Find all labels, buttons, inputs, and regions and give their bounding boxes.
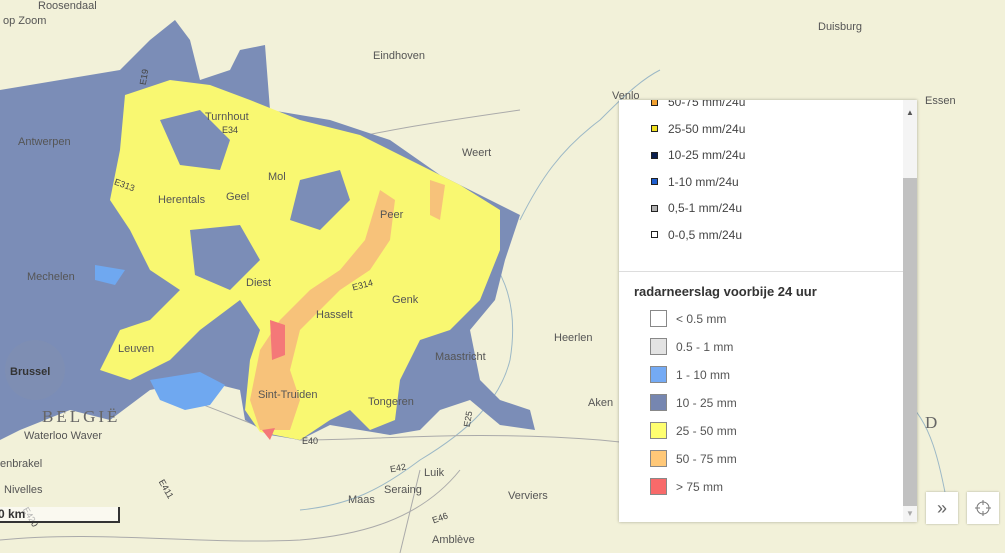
- place-label: Aken: [588, 397, 614, 409]
- legend-item: 50 - 75 mm: [650, 450, 737, 467]
- legend-item: < 0.5 mm: [650, 310, 726, 327]
- color-swatch: [650, 366, 667, 383]
- place-label: Herentals: [158, 194, 206, 206]
- road-label: E40: [302, 436, 319, 446]
- place-label: Mol: [268, 171, 286, 183]
- color-swatch: [650, 478, 667, 495]
- legend-item: > 75 mm: [650, 478, 723, 495]
- legend-label: 50 - 75 mm: [676, 451, 737, 466]
- place-label: Hasselt: [316, 309, 353, 321]
- collapse-legend-button[interactable]: »: [926, 492, 958, 524]
- station-marker-icon: [651, 204, 658, 212]
- station-legend-label: 25-50 mm/24u: [668, 121, 746, 136]
- place-label: Roosendaal: [38, 0, 97, 12]
- city-label: Brussel: [10, 366, 51, 378]
- scale-bar: 0 km: [0, 507, 120, 523]
- station-legend-item: 25-50 mm/24u: [651, 122, 745, 136]
- legend-item: 1 - 10 mm: [650, 366, 730, 383]
- legend-item: 0.5 - 1 mm: [650, 338, 733, 355]
- station-marker-icon: [651, 178, 658, 185]
- legend-label: < 0.5 mm: [676, 311, 727, 326]
- legend-label: 10 - 25 mm: [676, 395, 737, 410]
- place-label: Nivelles: [4, 484, 43, 496]
- country-label: BELGIË: [42, 407, 121, 426]
- color-swatch: [650, 394, 667, 411]
- divider: [619, 271, 903, 272]
- road-label: E34: [222, 125, 239, 135]
- legend-panel: 50-75 mm/24u 25-50 mm/24u 10-25 mm/24u 1-10…: [619, 100, 917, 522]
- legend-item: 10 - 25 mm: [650, 394, 737, 411]
- crosshair-icon: [975, 500, 991, 516]
- station-legend-item: 0-0,5 mm/24u: [651, 228, 742, 242]
- place-label: Duisburg: [818, 21, 863, 33]
- place-label: Verviers: [508, 490, 548, 502]
- scrollbar[interactable]: ▲ ▼: [903, 100, 917, 522]
- place-label: Mechelen: [27, 271, 75, 283]
- place-label: op Zoom: [3, 15, 47, 27]
- station-marker-icon: [651, 100, 658, 106]
- station-legend-item: 50-75 mm/24u: [651, 100, 745, 109]
- place-label: Eindhoven: [373, 50, 425, 62]
- place-label: Weert: [462, 147, 492, 159]
- place-label: Heerlen: [554, 332, 593, 344]
- double-chevron-right-icon: »: [936, 497, 947, 518]
- station-legend-item: 1-10 mm/24u: [651, 175, 739, 189]
- color-swatch: [650, 310, 667, 327]
- station-legend-label: 0,5-1 mm/24u: [668, 201, 743, 215]
- place-label: Luik: [424, 467, 445, 479]
- legend-label: 25 - 50 mm: [676, 423, 737, 438]
- place-label: Antwerpen: [18, 136, 71, 148]
- place-label: Genk: [392, 294, 419, 306]
- legend-title: radarneerslag voorbije 24 uur: [634, 284, 817, 299]
- scroll-down-icon[interactable]: ▼: [906, 509, 914, 518]
- place-label: Peer: [380, 209, 404, 221]
- station-legend-label: 10-25 mm/24u: [668, 148, 746, 162]
- place-label: Turnhout: [205, 111, 249, 123]
- place-label: enbrakel: [0, 458, 43, 470]
- station-marker-icon: [651, 125, 658, 132]
- place-label: Waterloo Waver: [24, 430, 103, 442]
- country-label: D: [925, 413, 941, 432]
- legend-label: 1 - 10 mm: [676, 367, 731, 382]
- color-swatch: [650, 422, 667, 439]
- place-label: Tongeren: [368, 396, 414, 408]
- place-label: Sint-Truiden: [258, 389, 318, 401]
- place-label: Maastricht: [435, 351, 486, 363]
- station-legend-label: 50-75 mm/24u: [668, 100, 746, 109]
- station-legend-item: 10-25 mm/24u: [651, 148, 745, 162]
- station-marker-icon: [651, 231, 658, 238]
- place-label: Essen: [925, 95, 956, 107]
- locate-button[interactable]: [967, 492, 999, 524]
- legend-label: 0.5 - 1 mm: [676, 339, 734, 354]
- place-label: Geel: [226, 191, 250, 203]
- legend-label: > 75 mm: [676, 479, 724, 494]
- color-swatch: [650, 338, 667, 355]
- color-swatch: [650, 450, 667, 467]
- scrollbar-thumb[interactable]: [903, 178, 917, 506]
- scale-label: 0 km: [0, 507, 26, 521]
- station-legend-label: 1-10 mm/24u: [668, 174, 739, 189]
- place-label: Amblève: [432, 534, 475, 546]
- legend-item: 25 - 50 mm: [650, 422, 737, 439]
- scroll-up-icon[interactable]: ▲: [906, 108, 914, 117]
- station-legend-label: 0-0,5 mm/24u: [668, 227, 743, 242]
- place-label: Leuven: [118, 343, 155, 355]
- station-marker-icon: [651, 151, 658, 159]
- station-legend-item: 0,5-1 mm/24u: [651, 201, 742, 215]
- place-label: Seraing: [384, 484, 422, 496]
- place-label: Maas: [348, 494, 375, 506]
- place-label: Diest: [246, 277, 272, 289]
